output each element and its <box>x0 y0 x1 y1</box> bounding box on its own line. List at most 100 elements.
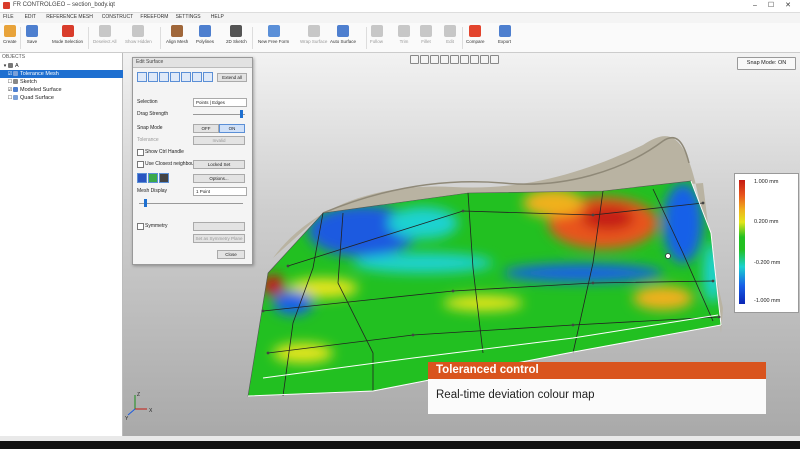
tree-item-label: A <box>15 63 19 69</box>
options-button[interactable]: Options... <box>193 174 245 183</box>
toolbar-button-label: 2D Sketch <box>226 39 247 44</box>
toolbar-separator <box>252 27 253 49</box>
edit-surface-panel: Edit Surface Extend all Selection Points… <box>132 57 253 265</box>
tree-item-sketch[interactable]: ☐ Sketch <box>0 78 129 86</box>
use-closest-label: Use Closest neighbours <box>145 161 199 167</box>
menu-construct[interactable]: CONSTRUCT <box>102 14 133 20</box>
follow-button[interactable]: Follow <box>370 25 383 51</box>
save-button[interactable]: Save <box>26 25 38 51</box>
mode-icon <box>61 25 74 37</box>
tree-item-modeled-surface[interactable]: ☑ Modeled Surface <box>0 86 129 94</box>
cursor-handle[interactable] <box>665 253 671 259</box>
edit-surface-panel-title: Edit Surface <box>136 59 164 65</box>
view-zoom-icon[interactable] <box>490 55 499 64</box>
snap-off-button[interactable]: OFF <box>193 124 219 133</box>
show-hidden-button[interactable]: Show Hidden <box>125 25 152 51</box>
symmetry-checkbox[interactable] <box>137 223 144 230</box>
view-wire-icon[interactable] <box>470 55 479 64</box>
close-button[interactable]: Close <box>217 250 245 259</box>
edit-button[interactable]: Edit <box>444 25 456 51</box>
axis-y-label: Y <box>125 416 129 422</box>
select-face-icon[interactable] <box>159 72 169 82</box>
drag-strength-slider-thumb[interactable] <box>239 110 243 118</box>
view-fit-icon[interactable] <box>480 55 489 64</box>
fillet-button[interactable]: Fillet <box>420 25 432 51</box>
export-button[interactable]: Export <box>498 25 511 51</box>
object-type-icon <box>13 79 18 85</box>
use-closest-checkbox[interactable] <box>137 161 144 168</box>
auto-surface-icon <box>337 25 349 37</box>
toolbar-button-label: Polylines <box>196 39 215 44</box>
tree-item-quad-surface[interactable]: ☐ Quad Surface <box>0 94 129 102</box>
tree-item-label: Quad Surface <box>20 95 54 101</box>
selection-dropdown[interactable]: Points | Edges <box>193 98 247 107</box>
snap-mode-button[interactable]: Snap Mode: ON <box>737 57 796 70</box>
mesh-display-slider-thumb[interactable] <box>144 199 148 207</box>
toolbar-button-label: Fillet <box>421 39 431 44</box>
new-free-form-button[interactable]: New Free Form <box>258 25 289 51</box>
toolbar-button-label: Follow <box>370 39 384 44</box>
compare-button[interactable]: Compare <box>466 25 485 51</box>
object-tree-panel: OBJECTS ▾ A ☑ Tolerance Mesh ☐ Sketch ☑ Modeled… <box>0 53 129 436</box>
window-title: FR CONTROLGEO – section_body.iqt <box>13 2 115 8</box>
drag-strength-slider-track[interactable] <box>193 114 245 115</box>
2d-sketch-button[interactable]: 2D Sketch <box>226 25 247 51</box>
menu-file[interactable]: FILE <box>3 14 14 20</box>
close-icon[interactable]: ✕ <box>781 1 795 11</box>
view-front-icon[interactable] <box>420 55 429 64</box>
fillet-icon <box>420 25 432 37</box>
menu-reference-mesh[interactable]: REFERENCE MESH <box>46 14 93 20</box>
wrap-surface-button[interactable]: Wrap Surface <box>300 25 327 51</box>
create-button[interactable]: Create <box>3 25 17 51</box>
toolbar-button-label: Edit <box>446 39 454 44</box>
show-ctrl-handle-label: Show Ctrl Handle <box>145 149 184 155</box>
tree-item-label: Modeled Surface <box>20 87 62 93</box>
folder-icon <box>3 25 16 37</box>
view-shade-icon[interactable] <box>460 55 469 64</box>
snap-on-button[interactable]: ON <box>219 124 245 133</box>
display-wire-icon[interactable] <box>159 173 169 183</box>
show-ctrl-handle-checkbox[interactable] <box>137 149 144 156</box>
application-window: FR CONTROLGEO – section_body.iqt – ☐ ✕ F… <box>0 0 800 441</box>
menu-freeform[interactable]: FREEFORM <box>140 14 168 20</box>
mesh-display-label: Mesh Display <box>137 188 168 194</box>
tolerance-field[interactable]: Invalid <box>193 136 245 145</box>
select-edge-icon[interactable] <box>148 72 158 82</box>
view-cube-icon[interactable] <box>410 55 419 64</box>
menu-help[interactable]: HELP <box>211 14 224 20</box>
auto-surface-button[interactable]: Auto Surface <box>330 25 356 51</box>
caption-title: Toleranced control <box>436 364 539 376</box>
select-loop-icon[interactable] <box>181 72 191 82</box>
trim-button[interactable]: Trim <box>398 25 410 51</box>
symmetry-value-field[interactable] <box>193 222 245 231</box>
mesh-display-dropdown[interactable]: 1 Point <box>193 187 247 196</box>
locked-set-button[interactable]: Locked Set <box>193 160 245 169</box>
display-mesh-icon[interactable] <box>137 173 147 183</box>
tree-item-tolerance-mesh[interactable]: ☑ Tolerance Mesh <box>0 70 129 78</box>
mode-selection-button[interactable]: Mode Selection <box>52 25 83 51</box>
view-iso-icon[interactable] <box>450 55 459 64</box>
legend-label-max: 1.000 mm <box>754 179 779 185</box>
deselect-all-button[interactable]: Deselect All <box>93 25 117 51</box>
select-all-icon[interactable] <box>192 72 202 82</box>
tree-item-label: Sketch <box>20 79 37 85</box>
view-side-icon[interactable] <box>440 55 449 64</box>
select-curve-icon[interactable] <box>170 72 180 82</box>
extend-all-button[interactable]: Extend all <box>217 73 247 82</box>
toolbar-button-label: Align Mesh <box>166 39 189 44</box>
caption-header: Toleranced control <box>428 362 766 379</box>
view-top-icon[interactable] <box>430 55 439 64</box>
select-point-icon[interactable] <box>137 72 147 82</box>
tree-item-a[interactable]: ▾ A <box>0 62 124 70</box>
menu-edit[interactable]: EDIT <box>25 14 36 20</box>
select-invert-icon[interactable] <box>203 72 213 82</box>
align-mesh-button[interactable]: Align Mesh <box>166 25 188 51</box>
set-symmetry-plane-button[interactable]: Set as Symmetry Plane <box>193 234 245 243</box>
caption-subtitle: Real-time deviation colour map <box>436 389 595 401</box>
maximize-icon[interactable]: ☐ <box>764 1 778 11</box>
display-shaded-icon[interactable] <box>148 173 158 183</box>
menu-settings[interactable]: SETTINGS <box>176 14 201 20</box>
polylines-button[interactable]: Polylines <box>196 25 214 51</box>
mesh-display-slider-track[interactable] <box>139 203 243 204</box>
minimize-icon[interactable]: – <box>748 1 762 11</box>
